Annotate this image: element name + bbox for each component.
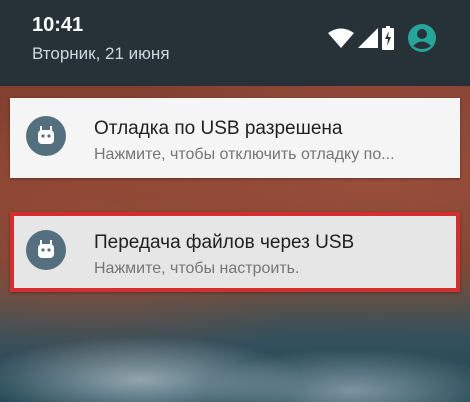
- android-icon: [26, 116, 66, 156]
- account-icon[interactable]: [408, 24, 436, 52]
- notification-text: Нажмите, чтобы настроить.: [94, 260, 300, 277]
- notification-title: Отладка по USB разрешена: [94, 118, 343, 139]
- status-icons: [328, 24, 440, 54]
- signal-icon[interactable]: [358, 28, 378, 48]
- notification-title: Передача файлов через USB: [94, 232, 355, 253]
- date-label[interactable]: Вторник, 21 июня: [32, 44, 170, 64]
- notification-usb-debugging[interactable]: Отладка по USB разрешена Нажмите, чтобы …: [10, 98, 460, 178]
- wifi-icon[interactable]: [328, 28, 354, 48]
- clock: 10:41: [32, 14, 84, 36]
- notification-usb-file-transfer[interactable]: Передача файлов через USB Нажмите, чтобы…: [10, 212, 460, 292]
- notification-text: Нажмите, чтобы отключить отладку по...: [94, 146, 395, 163]
- battery-charging-icon[interactable]: [382, 26, 394, 50]
- notification-shade-header: 10:41 Вторник, 21 июня: [0, 0, 470, 86]
- android-icon: [26, 230, 66, 270]
